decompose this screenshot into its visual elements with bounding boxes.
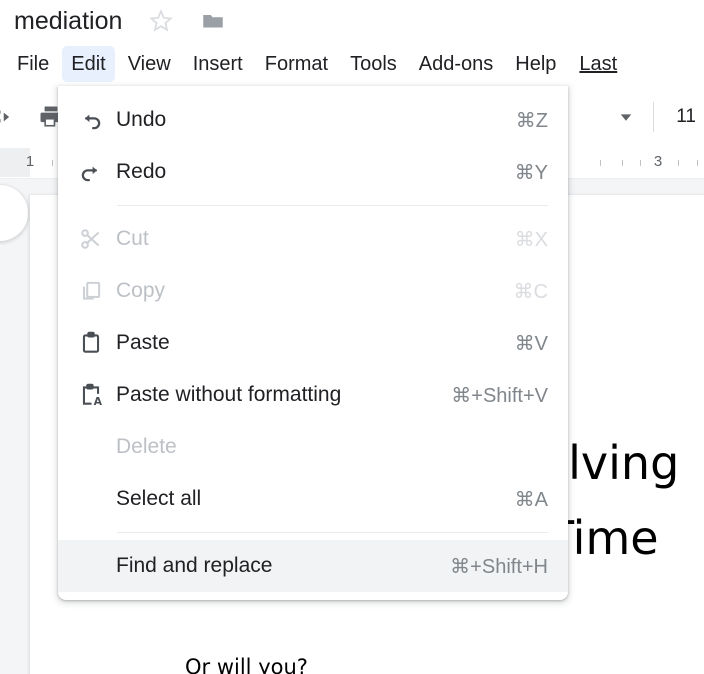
menu-item-label: Find and replace [116, 554, 273, 577]
svg-text:A: A [94, 395, 103, 408]
menu-item-redo[interactable]: Redo ⌘Y [58, 146, 568, 198]
menu-add-ons[interactable]: Add-ons [410, 46, 503, 82]
menu-edit[interactable]: Edit [62, 46, 115, 82]
menu-item-shortcut: ⌘+Shift+V [451, 384, 548, 407]
clipboard-text-icon: A [78, 382, 116, 408]
clipboard-icon [78, 330, 116, 356]
menu-item-label: Redo [116, 160, 167, 183]
menu-item-label: Undo [116, 108, 167, 131]
toolbar-divider [653, 102, 655, 132]
redo-icon [78, 159, 116, 185]
chevron-down-icon[interactable] [611, 102, 641, 132]
menu-help[interactable]: Help [506, 46, 565, 82]
menu-item-label: Cut [116, 227, 149, 250]
menu-item-shortcut: ⌘X [514, 228, 548, 251]
menu-item-shortcut: ⌘+Shift+H [450, 555, 548, 578]
ruler-tick [640, 160, 641, 166]
menu-separator [117, 205, 548, 206]
menu-item-label: Paste without formatting [116, 383, 342, 406]
copy-icon [78, 278, 116, 304]
menu-item-label: Copy [116, 279, 166, 302]
star-outline-icon[interactable] [148, 8, 174, 34]
last-edit-status[interactable]: Last [579, 51, 617, 77]
font-size-value[interactable]: 11 [676, 106, 696, 128]
ruler-tick [678, 160, 679, 166]
ruler-tick [52, 160, 53, 166]
menu-item-label: Paste [116, 331, 170, 354]
menu-item-shortcut: ⌘A [514, 488, 548, 511]
paint-format-icon[interactable] [0, 102, 22, 132]
edit-dropdown-menu: Undo ⌘Z Redo ⌘Y Cut ⌘X Copy ⌘C Paste ⌘V … [58, 86, 568, 600]
ruler-tick [697, 160, 698, 166]
ruler-tick [622, 160, 623, 166]
explore-fab-button[interactable] [0, 185, 28, 241]
menu-item-select-all[interactable]: Select all ⌘A [58, 473, 568, 525]
scissors-icon [78, 226, 116, 252]
menu-item-shortcut: ⌘Y [514, 161, 548, 184]
menu-view[interactable]: View [119, 46, 180, 82]
menu-item-label: Select all [116, 487, 202, 510]
menu-item-find-and-replace[interactable]: Find and replace ⌘+Shift+H [58, 540, 568, 592]
menu-file[interactable]: File [8, 46, 58, 82]
menu-item-shortcut: ⌘Z [515, 109, 548, 132]
menu-tools[interactable]: Tools [341, 46, 406, 82]
menu-item-undo[interactable]: Undo ⌘Z [58, 94, 568, 146]
menu-item-label: Delete [116, 435, 177, 458]
document-title[interactable]: mediation [14, 7, 122, 36]
menu-item-cut: Cut ⌘X [58, 213, 568, 265]
menu-item-copy: Copy ⌘C [58, 265, 568, 317]
undo-icon [78, 107, 116, 133]
folder-icon[interactable] [200, 8, 226, 34]
menu-insert[interactable]: Insert [184, 46, 252, 82]
menu-item-paste-without-formatting[interactable]: A Paste without formatting ⌘+Shift+V [58, 369, 568, 421]
ruler-tick [600, 160, 601, 166]
ruler-number-right: 3 [653, 153, 663, 170]
ruler-number-left: 1 [25, 153, 35, 170]
menu-item-shortcut: ⌘V [514, 332, 548, 355]
menu-item-paste[interactable]: Paste ⌘V [58, 317, 568, 369]
menu-separator [117, 532, 548, 533]
toolbar-right-group: 11 [611, 86, 704, 148]
title-bar: mediation [0, 0, 704, 42]
menu-format[interactable]: Format [256, 46, 337, 82]
document-body-line: Or will you? [185, 655, 308, 674]
menu-item-delete: Delete [58, 421, 568, 473]
menu-bar: File Edit View Insert Format Tools Add-o… [0, 42, 704, 86]
menu-item-shortcut: ⌘C [513, 280, 548, 303]
